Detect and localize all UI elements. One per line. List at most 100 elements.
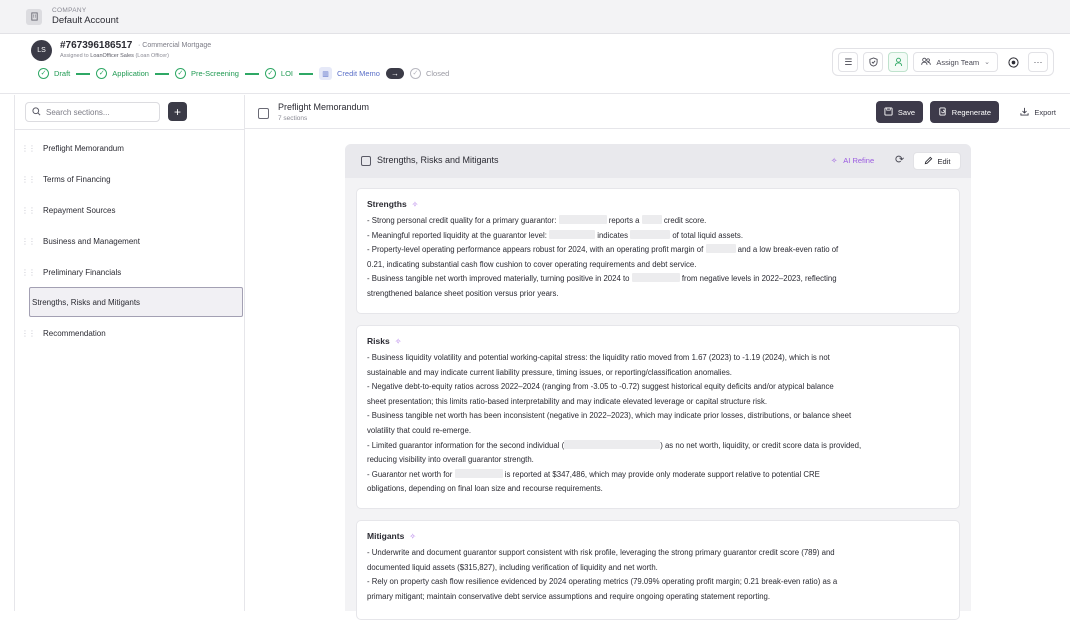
mitigants-text: - Underwrite and document guarantor supp… <box>367 548 838 601</box>
redacted <box>641 215 662 224</box>
sidebar-item-label: Preflight Memorandum <box>43 143 124 153</box>
step-connector <box>76 72 91 75</box>
step-label: Draft <box>54 69 71 78</box>
more-icon[interactable]: ··· <box>1028 52 1048 72</box>
mitigants-card[interactable]: Mitigants ✧ - Underwrite and document gua… <box>356 520 960 620</box>
drag-handle-icon[interactable]: ⋮⋮ <box>21 175 36 184</box>
search-placeholder: Search sections... <box>46 107 110 117</box>
assign-team-button[interactable]: Assign Team ⌄ <box>913 52 998 72</box>
step-label: Credit Memo <box>337 69 380 78</box>
search-input[interactable]: Search sections... <box>25 102 160 122</box>
step-closed[interactable]: ✓ Closed <box>409 68 450 79</box>
redacted <box>454 468 503 478</box>
drag-handle-icon[interactable]: ⋮⋮ <box>21 206 36 215</box>
card-title: Risks ✧ <box>367 336 949 346</box>
risks-card[interactable]: Risks ✧ - Business liquidity volatility a… <box>356 325 960 509</box>
company-name: Default Account <box>52 14 119 26</box>
redacted <box>705 244 736 254</box>
progress-steps: ✓ Draft ✓ Application ✓ Pre-Screening ✓ LOI … <box>38 67 449 80</box>
step-credit-memo[interactable]: ▥ Credit Memo <box>319 67 380 80</box>
refresh-icon[interactable]: ⟳ <box>895 153 904 166</box>
edit-label: Edit <box>937 156 951 166</box>
mitigants-title: Mitigants <box>367 531 405 541</box>
check-icon: ✓ <box>96 68 108 79</box>
sidebar-item-terms-of-financing[interactable]: ⋮⋮ Terms of Financing <box>21 164 243 194</box>
check-icon: ✓ <box>264 68 276 79</box>
sidebar-item-repayment-sources[interactable]: ⋮⋮ Repayment Sources <box>21 195 243 225</box>
section-icon <box>361 156 371 166</box>
loan-id: #767396186517 <box>60 40 133 51</box>
step-connector <box>244 72 259 75</box>
avatar: LS <box>31 40 52 61</box>
step-loi[interactable]: ✓ LOI <box>264 68 294 79</box>
sparkle-icon: ✧ <box>411 199 419 209</box>
step-draft[interactable]: ✓ Draft <box>38 68 70 79</box>
sidebar-item-label: Recommendation <box>43 328 106 338</box>
export-button[interactable]: Export <box>1020 101 1056 123</box>
strengths-title: Strengths <box>367 199 407 209</box>
divider <box>15 129 244 130</box>
drag-handle-icon[interactable]: ⋮⋮ <box>21 268 36 277</box>
shield-icon[interactable] <box>863 52 884 72</box>
company-label: COMPANY <box>52 6 87 14</box>
assigned-name: LoanOfficer Sales <box>90 53 134 59</box>
company-bar: COMPANY Default Account <box>0 0 1070 34</box>
regenerate-button[interactable]: Regenerate <box>929 101 999 123</box>
ai-refine-label: AI Refine <box>843 156 875 165</box>
add-section-button[interactable]: + <box>168 102 187 121</box>
regenerate-icon <box>938 106 947 118</box>
section-panel-header: Strengths, Risks and Mitigants ✧ AI Refi… <box>345 144 971 178</box>
step-application[interactable]: ✓ Application <box>96 68 149 79</box>
loan-actions: ☰ Assign Team ⌄ ··· <box>832 48 1054 76</box>
company-switcher[interactable]: COMPANY Default Account <box>52 7 119 27</box>
sidebar-item-preliminary-financials[interactable]: ⋮⋮ Preliminary Financials <box>21 257 243 287</box>
strengths-text: - Strong personal credit quality for a p… <box>367 215 839 298</box>
redacted <box>631 273 680 283</box>
checklist-icon[interactable]: ☰ <box>838 52 859 72</box>
arrow-right-icon[interactable]: → <box>385 68 404 79</box>
sidebar-item-preflight-memorandum[interactable]: ⋮⋮ Preflight Memorandum <box>21 133 243 163</box>
sidebar-item-label: Preliminary Financials <box>43 267 122 277</box>
redacted <box>549 229 596 239</box>
drag-handle-icon[interactable]: ⋮⋮ <box>21 329 36 338</box>
sparkle-icon: ✧ <box>394 336 402 346</box>
assign-team-label: Assign Team <box>936 57 980 67</box>
sparkle-icon: ✧ <box>409 531 417 541</box>
chart-icon: ▥ <box>319 67 333 80</box>
ai-refine-button[interactable]: ✧ AI Refine <box>831 156 874 165</box>
save-button[interactable]: Save <box>875 101 923 123</box>
loan-header: LS #767396186517 · Commercial Mortgage A… <box>0 34 1070 94</box>
user-icon[interactable] <box>888 52 909 72</box>
redacted <box>564 439 661 449</box>
strengths-card[interactable]: Strengths ✧ - Strong personal credit qual… <box>356 188 960 314</box>
sidebar-item-label: Strengths, Risks and Mitigants <box>32 297 141 307</box>
redacted <box>558 215 607 224</box>
step-connector <box>299 72 314 75</box>
step-label: Closed <box>425 69 450 78</box>
risks-text: - Business liquidity volatility and pote… <box>367 353 862 494</box>
document-header: Preflight Memorandum 7 sections Save Reg… <box>245 95 1070 129</box>
loan-type: · Commercial Mortgage <box>138 42 212 49</box>
step-pre-screening[interactable]: ✓ Pre-Screening <box>174 68 239 79</box>
sidebar-item-strengths-risks-mitigants[interactable]: Strengths, Risks and Mitigants <box>29 287 243 317</box>
check-icon: ✓ <box>38 68 49 79</box>
drag-handle-icon[interactable]: ⋮⋮ <box>21 237 36 246</box>
drag-handle-icon[interactable]: ⋮⋮ <box>21 144 36 153</box>
sparkle-icon: ✧ <box>831 156 838 165</box>
record-icon[interactable] <box>1003 52 1023 72</box>
section-panel: Strengths, Risks and Mitigants ✧ AI Refi… <box>345 144 971 620</box>
sidebar-item-business-and-management[interactable]: ⋮⋮ Business and Management <box>21 226 243 256</box>
sections-sidebar: Search sections... + ⋮⋮ Preflight Memoran… <box>14 95 245 611</box>
step-connector <box>154 72 169 75</box>
edit-button[interactable]: Edit <box>913 152 961 170</box>
download-icon <box>1020 107 1029 118</box>
check-icon: ✓ <box>174 68 186 79</box>
step-label: LOI <box>280 69 294 78</box>
check-icon: ✓ <box>409 68 421 79</box>
step-label: Pre-Screening <box>190 69 239 78</box>
section-title: Strengths, Risks and Mitigants <box>377 155 499 165</box>
section-count: 7 sections <box>278 115 308 122</box>
chevron-down-icon: ⌄ <box>984 59 990 66</box>
building-icon <box>26 8 42 25</box>
sidebar-item-recommendation[interactable]: ⋮⋮ Recommendation <box>21 318 243 348</box>
